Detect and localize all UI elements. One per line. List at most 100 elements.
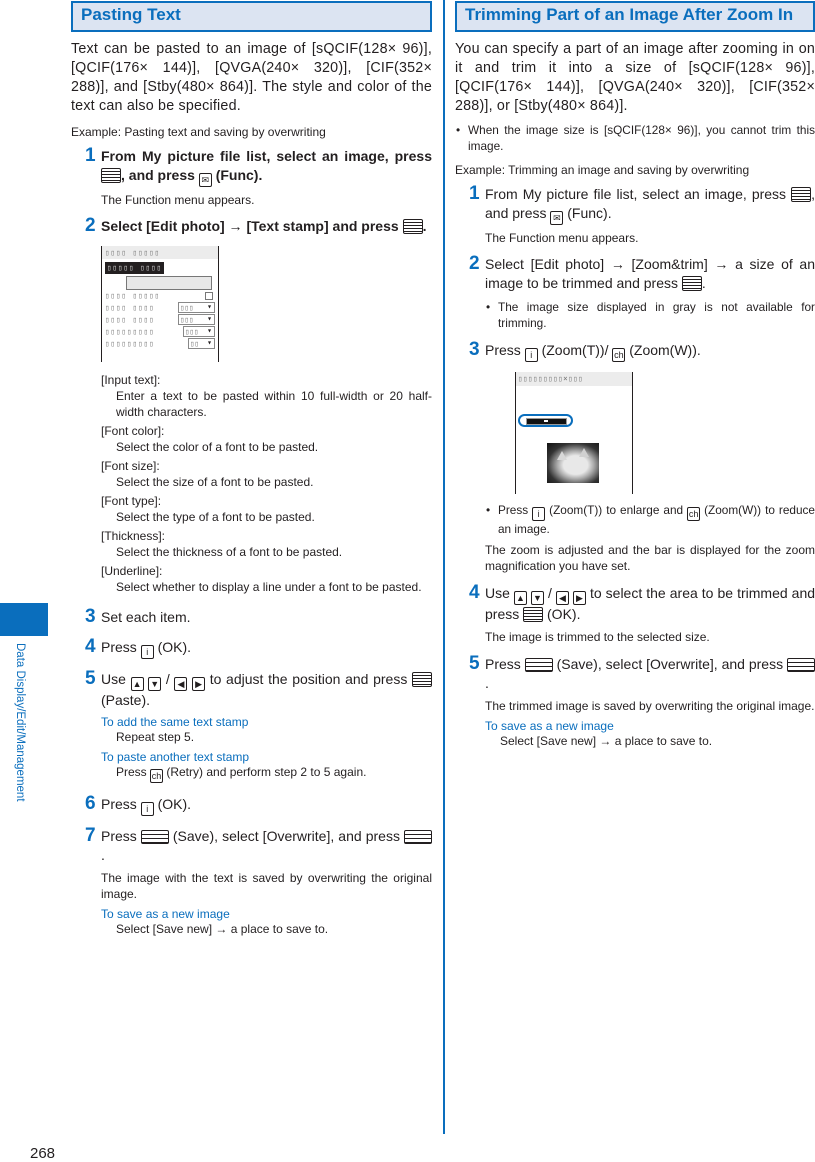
step-text: Use xyxy=(485,585,514,601)
text-stamp-screen: ▯▯▯▯ ▯▯▯▯▯ ▯▯▯▯▯ ▯▯▯▯ ▯▯▯▯ ▯▯▯▯▯ ▯▯▯▯ ▯▯… xyxy=(101,246,219,362)
save-key-icon xyxy=(524,658,553,672)
left-key-icon: ◀ xyxy=(174,677,188,691)
tip-text-part: (Retry) and perform step 2 to 5 again. xyxy=(163,765,367,779)
screen-row: ▯▯▯▯▯▯▯▯▯ xyxy=(105,327,155,336)
menu-key-icon xyxy=(404,830,432,844)
intro-text: You can specify a part of an image after… xyxy=(455,41,815,114)
screen-row: ▯▯▯▯ ▯▯▯▯ xyxy=(105,303,155,312)
i-key-icon: i xyxy=(140,645,154,659)
font-color-select: ▯▯▯ xyxy=(178,302,215,313)
step: 4 Press i (OK). xyxy=(71,636,432,659)
step-note: The image with the text is saved by over… xyxy=(101,871,432,901)
tip-text: Press ch (Retry) and perform step 2 to 5… xyxy=(101,764,432,783)
tip-heading: To save as a new image xyxy=(485,719,614,733)
step-number: 4 xyxy=(85,636,96,657)
step-number: 2 xyxy=(85,215,96,236)
right-key-icon: ▶ xyxy=(192,677,206,691)
step-number: 1 xyxy=(85,145,96,166)
step-note: The zoom is adjusted and the bar is disp… xyxy=(485,543,815,573)
example-caption: Example: Trimming an image and saving by… xyxy=(455,163,750,177)
menu-key-icon xyxy=(791,187,812,202)
definition-label: [Underline]: xyxy=(101,564,163,578)
menu-key-icon xyxy=(101,168,121,183)
down-key-icon: ▼ xyxy=(530,591,544,605)
step-number: 7 xyxy=(85,825,96,846)
step-text: Use xyxy=(101,671,131,687)
step-number: 2 xyxy=(469,253,480,274)
step-text: (Zoom(W)). xyxy=(625,342,701,358)
bullet-note: Press i (Zoom(T)) to enlarge and ch (Zoo… xyxy=(485,502,815,537)
definition-list: [Input text]: Enter a text to be pasted … xyxy=(101,372,432,595)
step-text: Press xyxy=(101,828,141,844)
step: 3 Press i (Zoom(T))/ ch (Zoom(W)). ▯▯▯▯▯… xyxy=(455,339,815,574)
tip-text-part: Press xyxy=(116,765,151,779)
mail-key-icon: ✉ xyxy=(198,173,212,187)
step-text: Press xyxy=(101,796,141,812)
step: 6 Press i (OK). xyxy=(71,793,432,816)
step-text: Select [Edit photo] → [Zoom&trim] → a si… xyxy=(485,256,815,291)
ch-key-icon: ch xyxy=(150,769,164,783)
definition-text: Select whether to display a line under a… xyxy=(116,580,422,594)
i-key-icon: i xyxy=(524,348,538,362)
step-text: From My picture file list, select an ima… xyxy=(101,148,432,164)
font-type-select: ▯▯▯ xyxy=(183,326,215,337)
page-number: 268 xyxy=(30,1145,56,1162)
step-text: (OK). xyxy=(153,796,192,812)
left-key-icon: ◀ xyxy=(555,591,569,605)
step-text: Press xyxy=(485,342,525,358)
step-text: . xyxy=(485,675,489,691)
definition-label: [Font size]: xyxy=(101,459,160,473)
step: 5 Press (Save), select [Overwrite], and … xyxy=(455,653,815,749)
step-number: 3 xyxy=(469,339,480,360)
up-key-icon: ▲ xyxy=(130,677,144,691)
mail-key-icon: ✉ xyxy=(550,211,564,225)
definition-text: Enter a text to be pasted within 10 full… xyxy=(116,389,432,419)
section-tab xyxy=(0,603,48,636)
definition-text: Select the type of a font to be pasted. xyxy=(116,510,315,524)
separator: / xyxy=(547,585,552,601)
screen-row: ▯▯▯▯▯▯▯▯▯ xyxy=(105,339,155,348)
definition-label: [Font type]: xyxy=(101,494,162,508)
screen-title: ▯▯▯▯▯▯▯▯▯×▯▯▯ xyxy=(516,372,632,386)
menu-key-icon xyxy=(787,658,815,672)
step-text: (Save), select [Overwrite], and press xyxy=(168,828,404,844)
step-text: (OK). xyxy=(543,606,581,622)
bullet-text: Press xyxy=(498,503,533,517)
intro-text: Text can be pasted to an image of [sQCIF… xyxy=(71,41,432,114)
bullet-text: (Zoom(T)) to enlarge and xyxy=(545,503,688,517)
step-note: The Function menu appears. xyxy=(101,193,255,207)
step-text: Set each item. xyxy=(101,609,191,625)
definition-label: [Thickness]: xyxy=(101,529,166,543)
step: 7 Press (Save), select [Overwrite], and … xyxy=(71,825,432,937)
step-text: (Func). xyxy=(563,205,612,221)
menu-key-icon xyxy=(681,276,702,291)
zoom-trim-screen: ▯▯▯▯▯▯▯▯▯×▯▯▯ xyxy=(515,372,633,494)
zoom-bar xyxy=(518,414,573,427)
step-number: 5 xyxy=(469,653,480,674)
step-text: Select [Edit photo] → [Text stamp] and p… xyxy=(101,218,403,234)
step-number: 4 xyxy=(469,582,480,603)
tip-text: Select [Save new] → a place to save to. xyxy=(500,734,713,748)
i-key-icon: i xyxy=(532,507,546,521)
step-note: The trimmed image is saved by overwritin… xyxy=(485,699,815,713)
screen-title: ▯▯▯▯ ▯▯▯▯▯ xyxy=(102,246,218,259)
step: 2 Select [Edit photo] → [Text stamp] and… xyxy=(71,215,432,236)
font-size-select: ▯▯▯ xyxy=(178,314,215,325)
definition-text: Select the color of a font to be pasted. xyxy=(116,440,319,454)
underline-checkbox xyxy=(205,292,213,300)
step: 4 Use ▲ ▼ / ◀ ▶ to select the area to be… xyxy=(455,582,815,645)
ch-key-icon: ch xyxy=(687,507,701,521)
step: 2 Select [Edit photo] → [Zoom&trim] → a … xyxy=(455,253,815,331)
step-text: (Paste). xyxy=(101,692,151,708)
save-key-icon xyxy=(140,830,169,844)
screen-highlight-item: ▯▯▯▯▯ ▯▯▯▯ xyxy=(105,262,165,274)
definition-label: [Input text]: xyxy=(101,373,161,387)
step-text: . xyxy=(101,847,105,863)
step-text: Press xyxy=(485,656,525,672)
tip-text: Repeat step 5. xyxy=(116,730,195,744)
column-divider xyxy=(443,0,445,1134)
tip-heading: To paste another text stamp xyxy=(101,750,250,764)
step-text: to adjust the position and press xyxy=(205,671,412,687)
step: 3 Set each item. xyxy=(71,606,432,627)
section-heading: Trimming Part of an Image After Zoom In xyxy=(455,1,815,32)
